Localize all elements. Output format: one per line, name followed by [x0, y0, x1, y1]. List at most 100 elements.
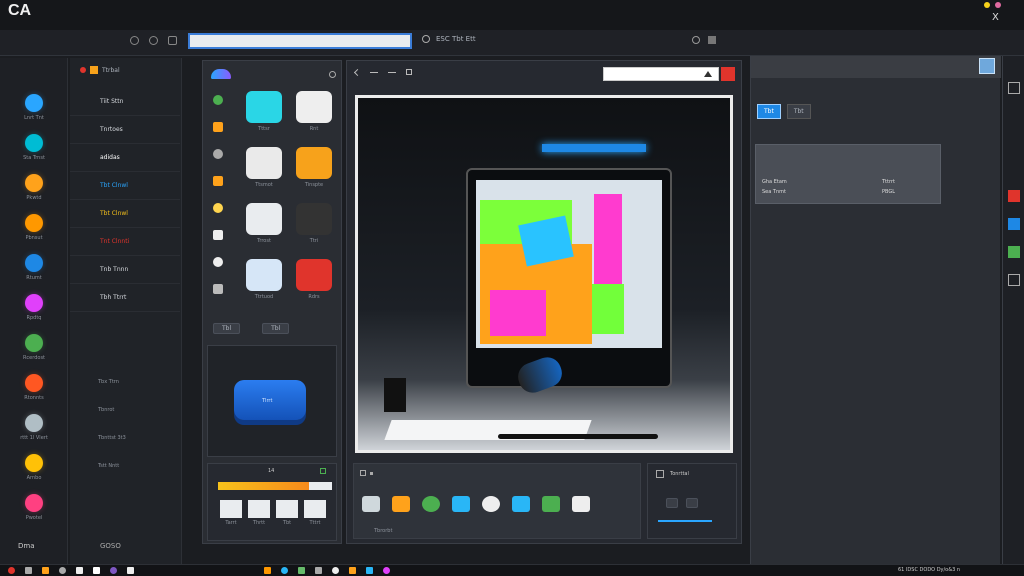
strip-icon-3[interactable]: [1008, 218, 1020, 230]
color-wheel-icon[interactable]: [422, 496, 440, 512]
screen-tile[interactable]: Trrost: [241, 203, 287, 255]
taskbar-icon[interactable]: [332, 567, 339, 574]
nav-item[interactable]: Tnrtoes: [70, 116, 180, 144]
rail-item[interactable]: Rpdtq: [0, 294, 68, 321]
right-button-a[interactable]: Tbt: [757, 104, 781, 119]
taskbar-icon[interactable]: [298, 567, 305, 574]
nav-item[interactable]: Tbh Ttrrt: [70, 284, 180, 312]
camera-button[interactable]: [666, 498, 678, 508]
taskbar-icon[interactable]: [42, 567, 49, 574]
photo-frame[interactable]: [355, 95, 733, 453]
taskbar-icon[interactable]: [110, 567, 117, 574]
nav-item[interactable]: adidas: [70, 144, 180, 172]
nav-item[interactable]: Tiit Sttn: [70, 88, 180, 116]
rail-item[interactable]: Rtonnts: [0, 374, 68, 401]
rail-item[interactable]: Pwotel: [0, 494, 68, 521]
columns-icon[interactable]: [512, 496, 530, 512]
rail-item[interactable]: Arnbo: [0, 454, 68, 481]
grid-icon[interactable]: [213, 149, 223, 159]
pin-icon[interactable]: [979, 58, 995, 74]
taskbar-icon[interactable]: [383, 567, 390, 574]
taskbar-icon[interactable]: [25, 567, 32, 574]
back-icon[interactable]: [130, 36, 139, 45]
back-icon[interactable]: [353, 68, 362, 76]
list-icon-2[interactable]: [388, 71, 396, 73]
thumb[interactable]: Tbt: [276, 500, 298, 526]
strip-icon-1[interactable]: [1008, 82, 1020, 94]
monitor-icon[interactable]: [542, 496, 560, 512]
chevron-down-icon[interactable]: [692, 36, 700, 44]
rail-item[interactable]: Pbnsut: [0, 214, 68, 241]
image-button[interactable]: [686, 498, 698, 508]
taskbar-icon[interactable]: [349, 567, 356, 574]
thumb[interactable]: Tarrt: [220, 500, 242, 526]
rail-item[interactable]: Rtumt: [0, 254, 68, 281]
taskbar-icon[interactable]: [93, 567, 100, 574]
nav-item[interactable]: Tbt Clnwl: [70, 172, 180, 200]
taskbar-icon[interactable]: [59, 567, 66, 574]
right-button-b[interactable]: Tbt: [786, 104, 811, 119]
rail-item[interactable]: Pkwtd: [0, 174, 68, 201]
close-icon[interactable]: X: [992, 12, 999, 23]
taskbar-icon[interactable]: [8, 567, 15, 574]
moon-icon[interactable]: [213, 203, 223, 213]
dot-icon[interactable]: [370, 471, 373, 475]
rail-item[interactable]: rttt 1l Vlert: [0, 414, 68, 441]
dots-tile[interactable]: Ttri: [291, 203, 337, 255]
timeline-bar[interactable]: [218, 482, 332, 490]
moon-icon[interactable]: [213, 122, 223, 132]
square-icon[interactable]: [213, 230, 223, 240]
panel-button-a[interactable]: Tbl: [213, 323, 241, 334]
taskbar-icon[interactable]: [264, 567, 271, 574]
caret-up-icon[interactable]: [704, 71, 712, 77]
arch-icon[interactable]: [572, 496, 590, 512]
rail-item[interactable]: Lnrt Tnt: [0, 94, 68, 121]
right-card[interactable]: Gha Etam Sea Tnmt Tttrrt PBGL: [755, 144, 941, 204]
taskbar-icon[interactable]: [315, 567, 322, 574]
taskbar-icon[interactable]: [127, 567, 134, 574]
app-logo[interactable]: CA: [8, 2, 31, 20]
cloud-tile[interactable]: Tttsr: [241, 91, 287, 143]
stack-icon[interactable]: [360, 470, 366, 476]
settings-icon[interactable]: [329, 71, 336, 78]
center-tab[interactable]: ESC Tbt Ett: [422, 35, 476, 43]
reload-icon[interactable]: [168, 36, 177, 45]
search-input[interactable]: [603, 67, 719, 81]
record-icon[interactable]: [482, 496, 500, 512]
dot-icon[interactable]: [213, 284, 223, 294]
thumb[interactable]: Tttrt: [304, 500, 326, 526]
taskbar-icon[interactable]: [366, 567, 373, 574]
thumb[interactable]: Thrtt: [248, 500, 270, 526]
menu-icon[interactable]: [708, 36, 716, 44]
taskbar-icon[interactable]: [281, 567, 288, 574]
yellow-dot-icon[interactable]: [984, 2, 990, 8]
nav-item[interactable]: Tnb Tnnn: [70, 256, 180, 284]
image-icon[interactable]: [362, 496, 380, 512]
red-app-tile[interactable]: Rdrs: [291, 259, 337, 311]
nav-bottom[interactable]: GOSO: [100, 542, 121, 550]
close-tab-icon[interactable]: [721, 67, 735, 81]
bookmark-icon[interactable]: [392, 496, 410, 512]
list-icon[interactable]: [370, 71, 378, 73]
pink-dot-icon[interactable]: [995, 2, 1001, 8]
chart-tile[interactable]: Rnt: [291, 91, 337, 143]
cloud-icon[interactable]: [211, 69, 231, 79]
panel-button-b[interactable]: Tbl: [262, 323, 290, 334]
refresh-icon[interactable]: [213, 257, 223, 267]
box-icon[interactable]: [213, 176, 223, 186]
grid-icon[interactable]: [406, 69, 412, 75]
rail-item[interactable]: Sta Trnst: [0, 134, 68, 161]
cube-preview[interactable]: Tlrrt: [207, 345, 337, 457]
rail-footer[interactable]: Dma: [18, 542, 35, 550]
rail-item[interactable]: Rcerdost: [0, 334, 68, 361]
green-flag-icon[interactable]: [320, 468, 326, 474]
taskbar-icon[interactable]: [76, 567, 83, 574]
strip-icon-4[interactable]: [1008, 246, 1020, 258]
address-bar[interactable]: [188, 33, 412, 49]
strip-icon-2[interactable]: [1008, 190, 1020, 202]
circle-icon[interactable]: [213, 95, 223, 105]
nav-item[interactable]: Tnt Clnnti: [70, 228, 180, 256]
strip-icon-5[interactable]: [1008, 274, 1020, 286]
plug-icon[interactable]: [656, 470, 664, 478]
blue-arch-tile[interactable]: Ttrtuod: [241, 259, 287, 311]
